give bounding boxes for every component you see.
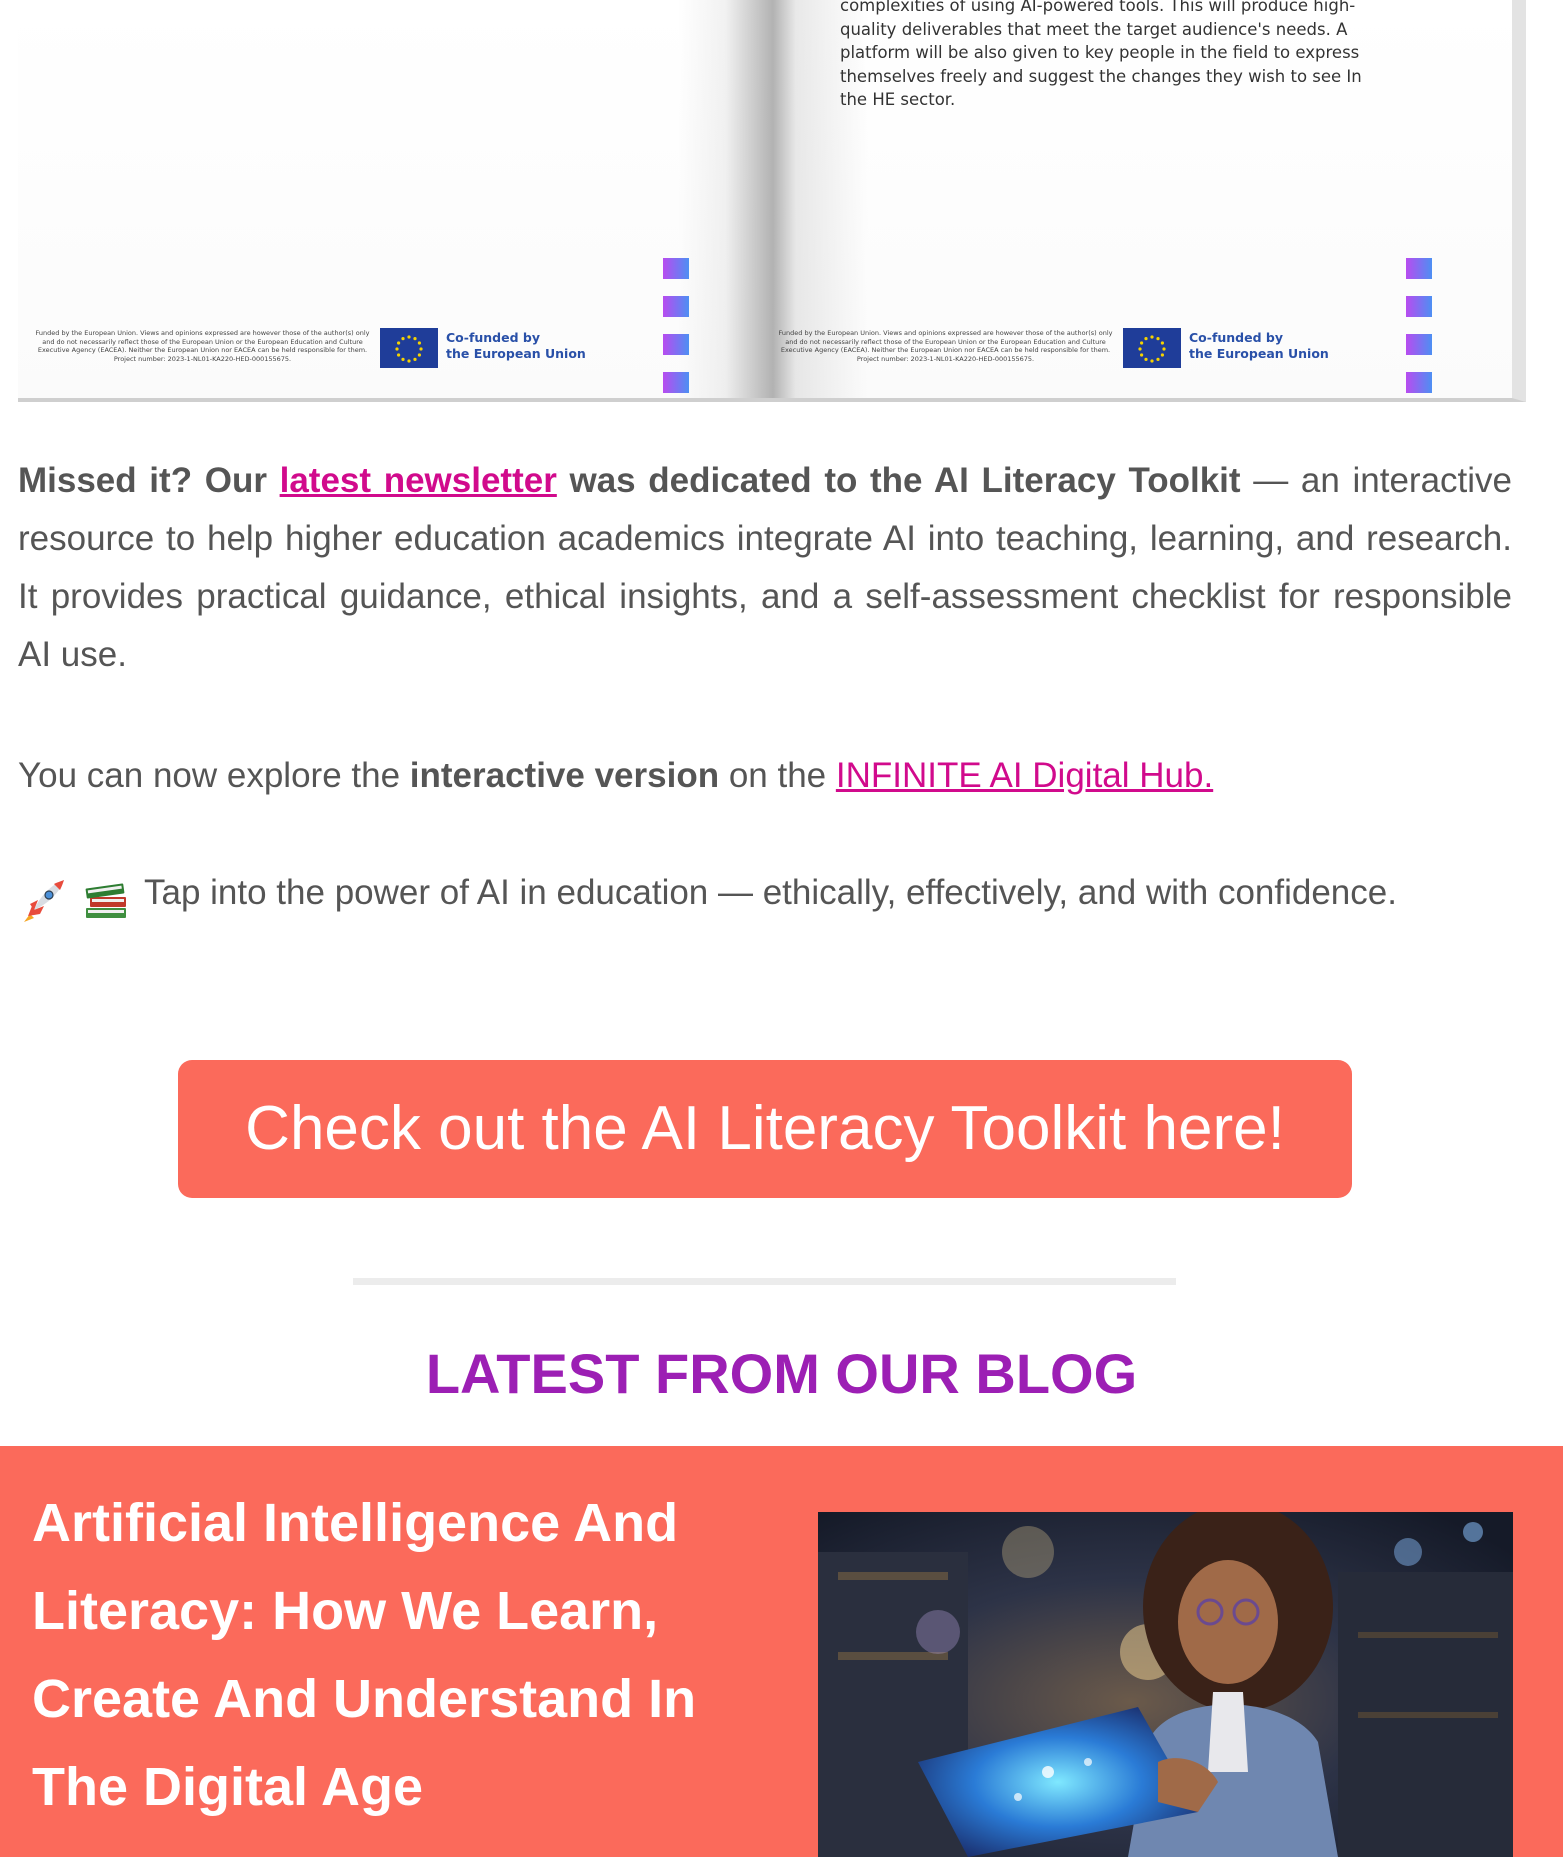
newsletter-paragraph: Missed it? Our latest newsletter was ded…	[18, 452, 1512, 684]
gradient-square	[663, 296, 689, 317]
gradient-square	[1406, 296, 1432, 317]
cofunded-line: the European Union	[446, 346, 586, 361]
newsletter-lead: Missed it? Our	[18, 461, 280, 500]
book-page-line: themselves freely and suggest the change…	[840, 66, 1362, 86]
eu-flag-icon	[380, 328, 438, 368]
blog-post-card[interactable]: Artificial Intelligence And Literacy: Ho…	[0, 1446, 1563, 1857]
gradient-square	[1406, 334, 1432, 355]
blog-post-image[interactable]	[818, 1512, 1513, 1857]
explore-paragraph: You can now explore the interactive vers…	[18, 747, 1512, 805]
right-page-squares	[1406, 258, 1432, 398]
section-divider	[353, 1278, 1176, 1285]
left-cofunded-label: Co-funded by the European Union	[446, 330, 586, 362]
toolkit-book-image: complexities of using AI-powered tools. …	[18, 0, 1526, 402]
book-page-line: the HE sector.	[840, 90, 956, 109]
books-icon	[82, 870, 130, 928]
newsletter-lead-suffix: was dedicated to the AI Literacy Toolkit	[556, 461, 1241, 500]
book-page-line: complexities of using AI-powered tools. …	[840, 0, 1356, 15]
cofunded-line: Co-funded by	[446, 330, 541, 345]
cofunded-line: Co-funded by	[1189, 330, 1284, 345]
blog-section-heading: LATEST FROM OUR BLOG	[425, 1342, 1138, 1405]
gradient-square	[663, 258, 689, 279]
book-page-line: platform will be also given to key peopl…	[840, 43, 1360, 62]
newsletter-dash: —	[1240, 461, 1289, 500]
book-page-line: quality deliverables that meet the targe…	[840, 19, 1348, 39]
ai-literacy-toolkit-button[interactable]: Check out the AI Literacy Toolkit here!	[178, 1060, 1352, 1198]
eu-flag-icon	[1123, 328, 1181, 368]
gradient-square	[1406, 372, 1432, 393]
tap-paragraph: Tap into the power of AI in education — …	[18, 864, 1512, 928]
digital-hub-link[interactable]: INFINITE AI Digital Hub.	[836, 756, 1213, 795]
gradient-square	[663, 372, 689, 393]
explore-bold: interactive version	[409, 756, 720, 795]
tap-text: Tap into the power of AI in education — …	[144, 873, 1397, 912]
right-cofunded-label: Co-funded by the European Union	[1189, 330, 1329, 362]
left-page-squares	[663, 258, 689, 398]
left-page-disclaimer: Funded by the European Union. Views and …	[35, 329, 370, 363]
latest-newsletter-link[interactable]: latest newsletter	[280, 461, 557, 500]
explore-prefix: You can now explore the	[18, 756, 410, 795]
gradient-square	[663, 334, 689, 355]
blog-post-title[interactable]: Artificial Intelligence And Literacy: Ho…	[32, 1479, 792, 1831]
rocket-icon	[18, 870, 68, 928]
book-page-text: complexities of using AI-powered tools. …	[840, 0, 1430, 112]
explore-middle: on the	[719, 756, 836, 795]
right-page-disclaimer: Funded by the European Union. Views and …	[778, 329, 1113, 363]
gradient-square	[1406, 258, 1432, 279]
cofunded-line: the European Union	[1189, 346, 1329, 361]
